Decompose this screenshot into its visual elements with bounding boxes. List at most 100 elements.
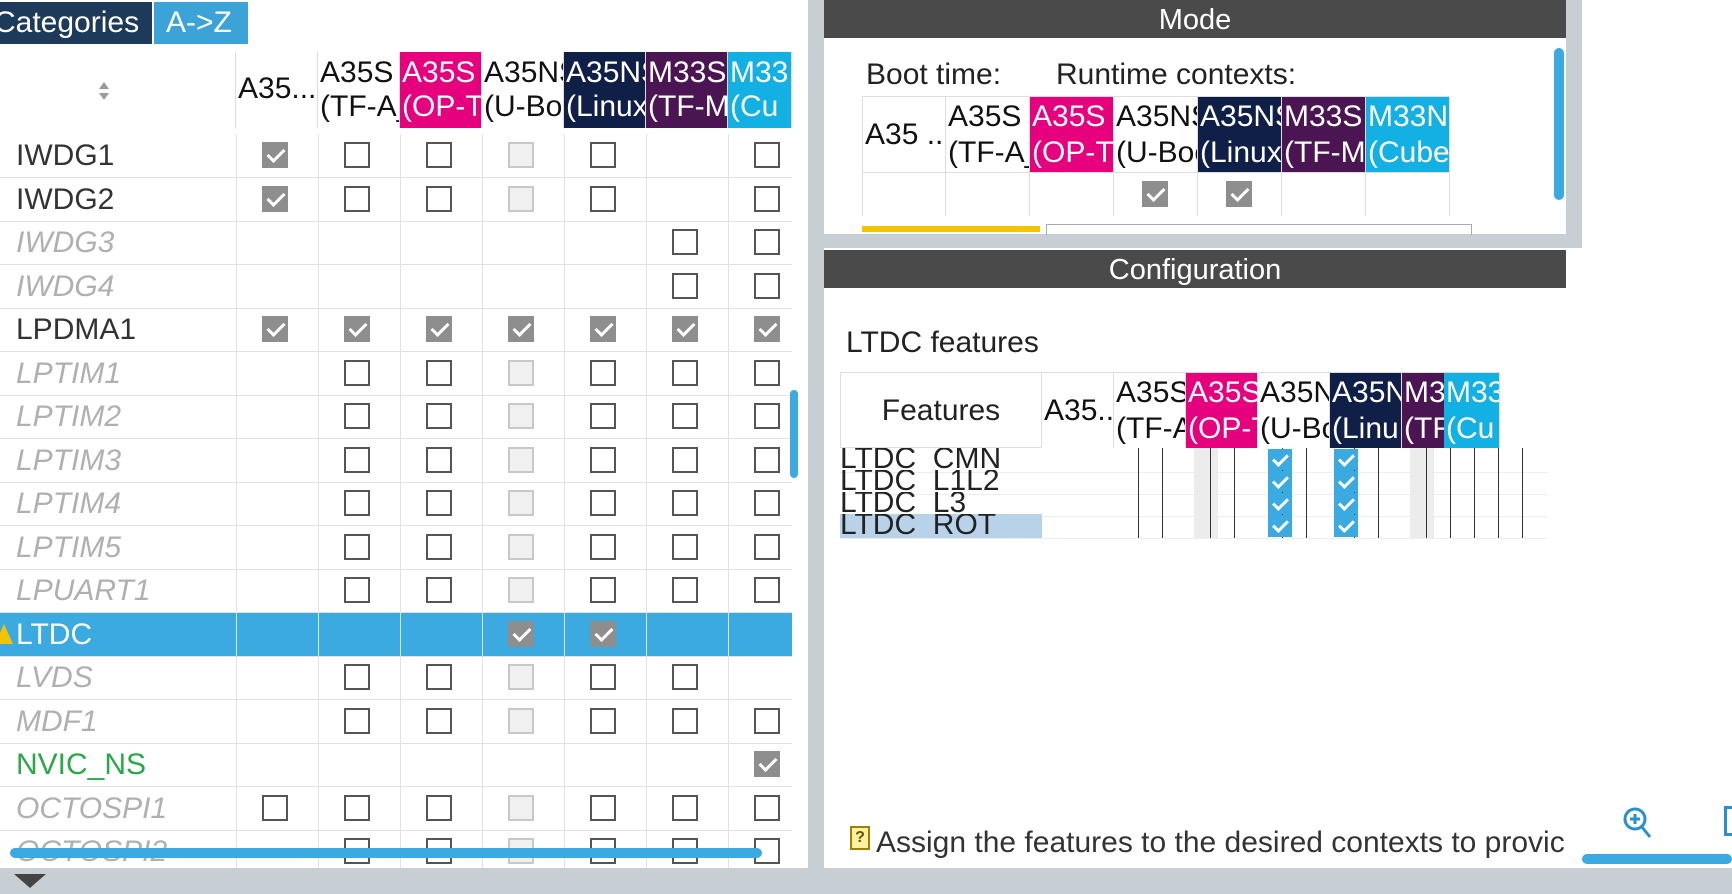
context-checkbox[interactable] [344, 707, 370, 734]
context-checkbox[interactable] [672, 229, 698, 255]
zoom-in-icon[interactable] [1622, 806, 1652, 840]
context-checkbox[interactable] [590, 359, 616, 386]
peripheral-row[interactable]: IWDG2 [0, 177, 792, 222]
context-checkbox[interactable] [590, 577, 616, 603]
context-checkbox[interactable] [672, 316, 698, 342]
context-checkbox[interactable] [344, 446, 370, 473]
feature-checkbox[interactable] [1268, 515, 1292, 537]
context-checkbox[interactable] [508, 707, 534, 734]
context-checkbox[interactable] [754, 794, 780, 821]
peripheral-row[interactable]: IWDG3 [0, 221, 792, 265]
context-checkbox[interactable] [508, 533, 534, 560]
mode-vertical-scrollbar[interactable] [1554, 48, 1564, 200]
context-checkbox[interactable] [426, 490, 452, 516]
context-checkbox[interactable] [344, 794, 370, 821]
context-checkbox[interactable] [508, 794, 534, 821]
context-checkbox[interactable] [590, 316, 616, 342]
context-checkbox[interactable] [262, 794, 288, 821]
context-checkbox[interactable] [672, 490, 698, 516]
mode-context-checkbox[interactable] [1142, 181, 1168, 207]
context-checkbox[interactable] [344, 490, 370, 516]
context-checkbox[interactable] [590, 403, 616, 429]
context-checkbox[interactable] [344, 577, 370, 603]
peripheral-row[interactable]: MDF1 [0, 699, 792, 744]
context-checkbox[interactable] [426, 664, 452, 690]
context-checkbox[interactable] [672, 403, 698, 429]
context-checkbox[interactable] [672, 794, 698, 821]
context-checkbox[interactable] [754, 316, 780, 342]
peripheral-row[interactable]: LTDC [0, 612, 792, 657]
context-checkbox[interactable] [754, 272, 780, 299]
context-checkbox[interactable] [590, 490, 616, 516]
peripheral-row[interactable]: OCTOSPI1 [0, 786, 792, 831]
context-checkbox[interactable] [508, 185, 534, 212]
context-checkbox[interactable] [344, 142, 370, 168]
context-checkbox[interactable] [262, 142, 288, 168]
horizontal-scrollbar[interactable] [10, 848, 762, 858]
context-checkbox[interactable] [426, 359, 452, 386]
peripheral-row[interactable]: IWDG4 [0, 264, 792, 309]
context-checkbox[interactable] [590, 185, 616, 212]
context-checkbox[interactable] [754, 359, 780, 386]
context-checkbox[interactable] [426, 142, 452, 168]
context-checkbox[interactable] [508, 577, 534, 603]
context-checkbox[interactable] [672, 446, 698, 473]
context-checkbox[interactable] [426, 533, 452, 560]
context-checkbox[interactable] [344, 316, 370, 342]
context-checkbox[interactable] [672, 272, 698, 299]
context-checkbox[interactable] [754, 707, 780, 734]
context-checkbox[interactable] [672, 533, 698, 560]
peripheral-row[interactable]: LVDS [0, 656, 792, 700]
context-checkbox[interactable] [590, 533, 616, 560]
context-checkbox[interactable] [344, 359, 370, 386]
context-checkbox[interactable] [754, 142, 780, 168]
feature-checkbox[interactable] [1268, 493, 1292, 515]
context-checkbox[interactable] [590, 664, 616, 690]
peripheral-row[interactable]: LPTIM4 [0, 482, 792, 526]
context-checkbox[interactable] [344, 403, 370, 429]
context-checkbox[interactable] [754, 403, 780, 429]
mode-context-checkbox[interactable] [1226, 181, 1252, 207]
feature-checkbox[interactable] [1334, 515, 1358, 537]
feature-checkbox[interactable] [1334, 493, 1358, 515]
fit-icon[interactable] [1724, 806, 1732, 836]
peripheral-row[interactable]: LPDMA1 [0, 308, 792, 352]
context-checkbox[interactable] [508, 664, 534, 690]
context-checkbox[interactable] [508, 359, 534, 386]
feature-checkbox[interactable] [1334, 471, 1358, 493]
context-checkbox[interactable] [426, 185, 452, 212]
context-checkbox[interactable] [590, 446, 616, 473]
context-checkbox[interactable] [672, 359, 698, 386]
collapse-arrow-icon[interactable] [14, 874, 46, 893]
peripheral-row[interactable]: NVIC_NS [0, 743, 792, 787]
context-checkbox[interactable] [426, 794, 452, 821]
context-checkbox[interactable] [426, 403, 452, 429]
context-checkbox[interactable] [344, 185, 370, 212]
feature-checkbox[interactable] [1334, 449, 1358, 471]
sort-icon[interactable] [98, 76, 110, 100]
context-checkbox[interactable] [508, 316, 534, 342]
context-checkbox[interactable] [754, 185, 780, 212]
side-horizontal-scrollbar[interactable] [1582, 854, 1732, 864]
context-checkbox[interactable] [754, 490, 780, 516]
sort-column-header[interactable] [0, 52, 236, 128]
peripheral-row[interactable]: LPTIM3 [0, 438, 792, 483]
context-checkbox[interactable] [590, 707, 616, 734]
context-checkbox[interactable] [508, 403, 534, 429]
context-checkbox[interactable] [590, 794, 616, 821]
feature-row[interactable]: LTDC_ROT [840, 514, 1548, 539]
context-checkbox[interactable] [262, 185, 288, 212]
vertical-scrollbar[interactable] [790, 390, 798, 478]
context-checkbox[interactable] [426, 446, 452, 473]
context-checkbox[interactable] [508, 490, 534, 516]
context-checkbox[interactable] [754, 446, 780, 473]
peripheral-row[interactable]: LPTIM2 [0, 395, 792, 439]
context-checkbox[interactable] [262, 316, 288, 342]
context-checkbox[interactable] [426, 707, 452, 734]
peripheral-row[interactable]: LPUART1 [0, 569, 792, 613]
context-checkbox[interactable] [590, 620, 616, 647]
context-checkbox[interactable] [754, 229, 780, 255]
context-checkbox[interactable] [426, 316, 452, 342]
tab-a-to-z[interactable]: A->Z [154, 2, 248, 44]
context-checkbox[interactable] [754, 577, 780, 603]
